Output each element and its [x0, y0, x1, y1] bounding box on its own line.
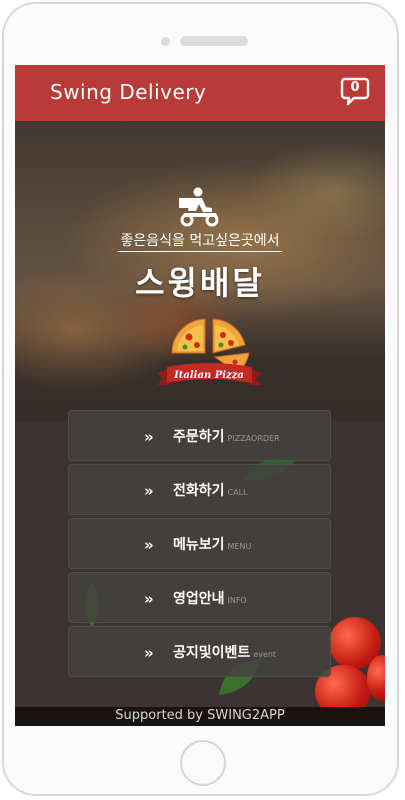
menu-item-label-text: 공지및이벤트	[173, 645, 251, 661]
hero-slogan-text: 좋은음식을 먹고싶은곳에서	[118, 233, 282, 252]
pizza-logo-text: Italian Pizza	[173, 370, 244, 381]
double-chevron-right-icon: »	[144, 644, 154, 662]
menu-item-label: 공지및이벤트 event	[173, 642, 276, 662]
menu-item-label-text: 메뉴보기	[173, 537, 225, 553]
footer-bar: Supported by SWING2APP	[15, 707, 385, 726]
menu-item-sublabel: MENU	[227, 542, 252, 551]
menu-item-event[interactable]: » 공지및이벤트 event	[68, 626, 331, 677]
menu-item-label-text: 영업안내	[173, 591, 225, 607]
message-button[interactable]: 0	[340, 76, 370, 106]
app-title: Swing Delivery	[50, 80, 207, 104]
message-count: 0	[350, 80, 360, 95]
menu-item-label: 전화하기 CALL	[173, 480, 248, 500]
menu-item-sublabel: INFO	[227, 596, 247, 605]
hero-slogan: 좋은음식을 먹고싶은곳에서	[15, 230, 385, 252]
menu-item-order[interactable]: » 주문하기 PIZZAORDER	[68, 410, 331, 461]
double-chevron-right-icon: »	[144, 482, 154, 500]
menu-item-info[interactable]: » 영업안내 INFO	[68, 572, 331, 623]
app-screen: Swing Delivery 0 좋은음식을 먹고싶은곳에서 스윙배달 Ital…	[15, 65, 385, 726]
menu-item-menu[interactable]: » 메뉴보기 MENU	[68, 518, 331, 569]
pizza-logo-icon: Italian Pizza	[157, 318, 262, 385]
app-header: Swing Delivery 0	[15, 65, 385, 121]
menu-item-sublabel: CALL	[227, 488, 248, 497]
speaker-grille	[180, 36, 248, 46]
front-camera	[161, 37, 170, 46]
brand-name: 스윙배달	[135, 264, 265, 302]
double-chevron-right-icon: »	[144, 428, 154, 446]
menu-item-label: 주문하기 PIZZAORDER	[173, 426, 280, 446]
menu-item-call[interactable]: » 전화하기 CALL	[68, 464, 331, 515]
double-chevron-right-icon: »	[144, 590, 154, 608]
footer-text: Supported by SWING2APP	[115, 708, 285, 723]
menu-item-label: 영업안내 INFO	[173, 588, 247, 608]
double-chevron-right-icon: »	[144, 536, 154, 554]
delivery-rider-icon	[179, 187, 219, 227]
home-button[interactable]	[180, 740, 226, 786]
menu-item-label-text: 주문하기	[173, 429, 225, 445]
menu-item-sublabel: event	[253, 650, 277, 659]
menu-item-label: 메뉴보기 MENU	[173, 534, 251, 554]
menu-item-sublabel: PIZZAORDER	[227, 434, 280, 443]
menu-item-label-text: 전화하기	[173, 483, 225, 499]
